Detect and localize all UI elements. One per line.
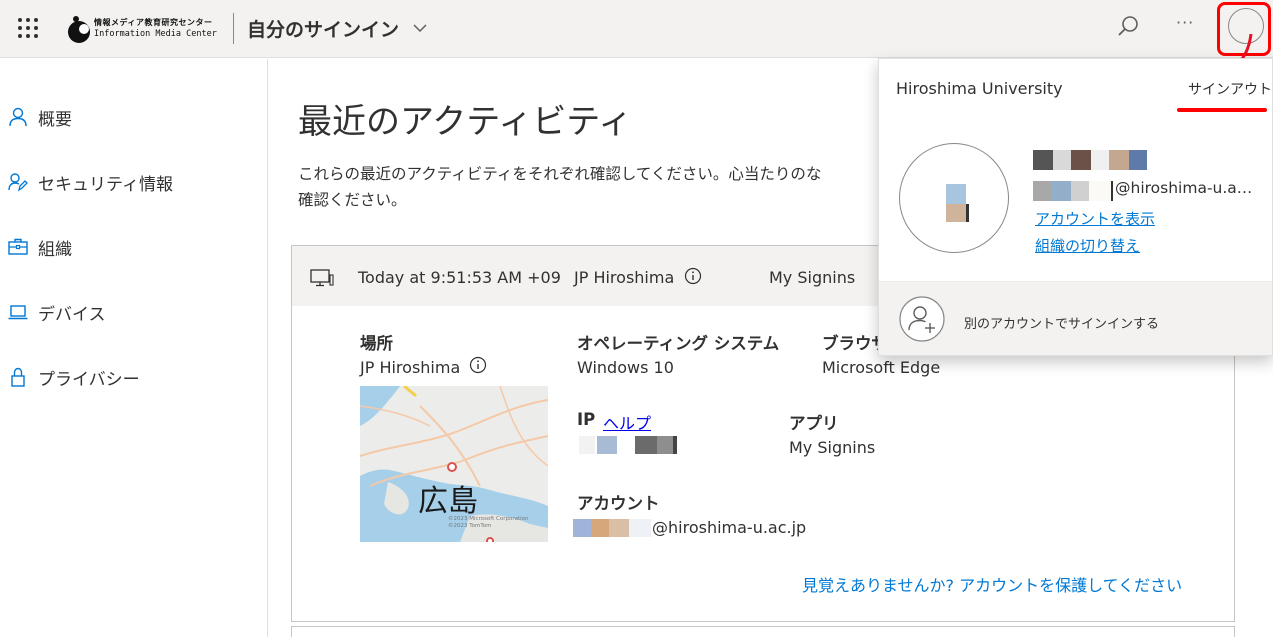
- app-launcher-icon[interactable]: [17, 17, 39, 39]
- name-redacted-block: [1033, 150, 1053, 170]
- organization-logo[interactable]: 情報メディア教育研究センター Information Media Center: [66, 12, 217, 46]
- activity-card-next[interactable]: [291, 626, 1235, 637]
- app-label: アプリ: [789, 414, 839, 433]
- ip-help-link[interactable]: ヘルプ: [603, 410, 651, 434]
- lock-icon: [11, 367, 25, 387]
- os-label: オペレーティング システム: [577, 334, 780, 353]
- location-label: 場所: [360, 334, 393, 353]
- sign-in-other-account-label: 別のアカウントでサインインする: [964, 317, 1160, 332]
- avatar-redacted-block: [946, 184, 966, 204]
- sidebar-item-devices[interactable]: デバイス: [0, 292, 267, 332]
- app-value: My Signins: [789, 438, 876, 457]
- email-redacted-block: [1089, 181, 1111, 201]
- ip-redacted-block: [657, 436, 673, 454]
- briefcase-icon: [8, 238, 28, 255]
- ip-redacted-block: [597, 436, 617, 454]
- sign-out-button[interactable]: サインアウト: [1188, 79, 1272, 99]
- browser-value: Microsoft Edge: [822, 358, 941, 377]
- location-map: 広島 ©2023 Microsoft Corporation ©2023 Tom…: [360, 386, 548, 542]
- info-icon[interactable]: [469, 356, 487, 374]
- name-redacted-block: [1053, 150, 1071, 170]
- sidebar-item-label: 概要: [38, 109, 72, 130]
- activity-app: My Signins: [769, 268, 856, 287]
- email-redacted-block: [1111, 181, 1113, 201]
- top-bar: 情報メディア教育研究センター Information Media Center …: [0, 0, 1273, 72]
- account-menu-avatar: [899, 143, 1009, 253]
- logo-japanese-text: 情報メディア教育研究センター: [94, 18, 213, 27]
- description-line-2: 確認ください。: [298, 191, 407, 209]
- header-divider: [233, 13, 234, 44]
- switch-organization-link[interactable]: 組織の切り替え: [1035, 235, 1140, 256]
- avatar-redacted-block: [966, 204, 969, 222]
- account-label: アカウント: [577, 494, 660, 513]
- view-account-link[interactable]: アカウントを表示: [1035, 208, 1155, 229]
- email-redacted-block: [1051, 181, 1071, 201]
- sidebar-item-label: プライバシー: [38, 369, 140, 390]
- activity-time: Today at 9:51:53 AM +09: [358, 268, 561, 287]
- more-options-icon[interactable]: ···: [1176, 13, 1194, 32]
- sign-out-highlight: [1177, 108, 1267, 112]
- account-redacted-block: [629, 519, 651, 537]
- logo-mark-icon: [68, 16, 90, 43]
- account-redacted-block: [573, 519, 591, 537]
- secure-account-link[interactable]: 見覚えありませんか? アカウントを保護してください: [802, 572, 1182, 596]
- location-value: JP Hiroshima: [360, 358, 461, 377]
- email-redacted-block: [1071, 181, 1089, 201]
- avatar-redacted-block: [946, 204, 966, 222]
- sidebar-item-label: セキュリティ情報: [38, 174, 173, 195]
- person-icon: [9, 107, 27, 127]
- ip-label: IP: [577, 410, 596, 429]
- account-email-domain: @hiroshima-u.a…: [1115, 179, 1253, 197]
- ip-redacted-block: [579, 436, 595, 454]
- page-description: これらの最近のアクティビティをそれぞれ確認してください。心当たりのな 確認くださ…: [298, 161, 858, 213]
- info-icon[interactable]: [684, 267, 702, 285]
- laptop-icon: [8, 305, 28, 320]
- add-person-icon: [899, 296, 945, 342]
- sidebar-item-privacy[interactable]: プライバシー: [0, 357, 267, 397]
- ip-redacted-block: [635, 436, 657, 454]
- sign-in-other-account-button[interactable]: 別のアカウントでサインインする: [879, 282, 1272, 355]
- account-menu-organization: Hiroshima University: [896, 79, 1063, 98]
- map-city-label: 広島: [418, 484, 478, 519]
- name-redacted-block: [1071, 150, 1091, 170]
- account-domain: @hiroshima-u.ac.jp: [652, 518, 807, 537]
- security-info-icon: [8, 173, 28, 192]
- account-menu: Hiroshima University サインアウト @hiroshima-u…: [878, 58, 1273, 356]
- page-title: 最近のアクティビティ: [298, 102, 633, 142]
- description-line-1: これらの最近のアクティビティをそれぞれ確認してください。心当たりのな: [298, 165, 822, 183]
- sidebar-item-label: デバイス: [38, 304, 106, 325]
- name-redacted-block: [1109, 150, 1129, 170]
- map-copyright: ©2023 Microsoft Corporation ©2023 TomTom: [448, 516, 529, 529]
- search-icon[interactable]: [1116, 15, 1140, 39]
- sidebar: 概要 セキュリティ情報 組織 デバイス プライバシー: [0, 59, 268, 637]
- chevron-down-icon[interactable]: [412, 22, 428, 34]
- account-redacted-block: [591, 519, 609, 537]
- sidebar-item-organizations[interactable]: 組織: [0, 227, 267, 267]
- sidebar-item-label: 組織: [38, 239, 72, 260]
- account-redacted-block: [609, 519, 629, 537]
- sidebar-item-overview[interactable]: 概要: [0, 97, 267, 137]
- activity-location: JP Hiroshima: [574, 268, 675, 287]
- os-value: Windows 10: [577, 358, 674, 377]
- app-title[interactable]: 自分のサインイン: [247, 15, 399, 42]
- sidebar-item-security-info[interactable]: セキュリティ情報: [0, 162, 267, 202]
- desktop-icon: [310, 269, 334, 287]
- name-redacted-block: [1091, 150, 1109, 170]
- ip-redacted-block: [673, 436, 677, 454]
- logo-english-text: Information Media Center: [94, 29, 217, 39]
- name-redacted-block: [1129, 150, 1147, 170]
- email-redacted-block: [1033, 181, 1051, 201]
